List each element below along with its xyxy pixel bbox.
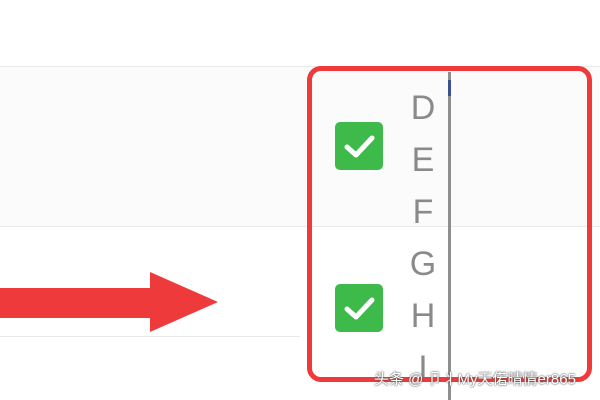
highlight-box <box>307 66 592 382</box>
arrow-right-icon <box>0 272 218 332</box>
watermark: 头条 @ 卩丬My天偌晴情er865 <box>374 371 576 388</box>
